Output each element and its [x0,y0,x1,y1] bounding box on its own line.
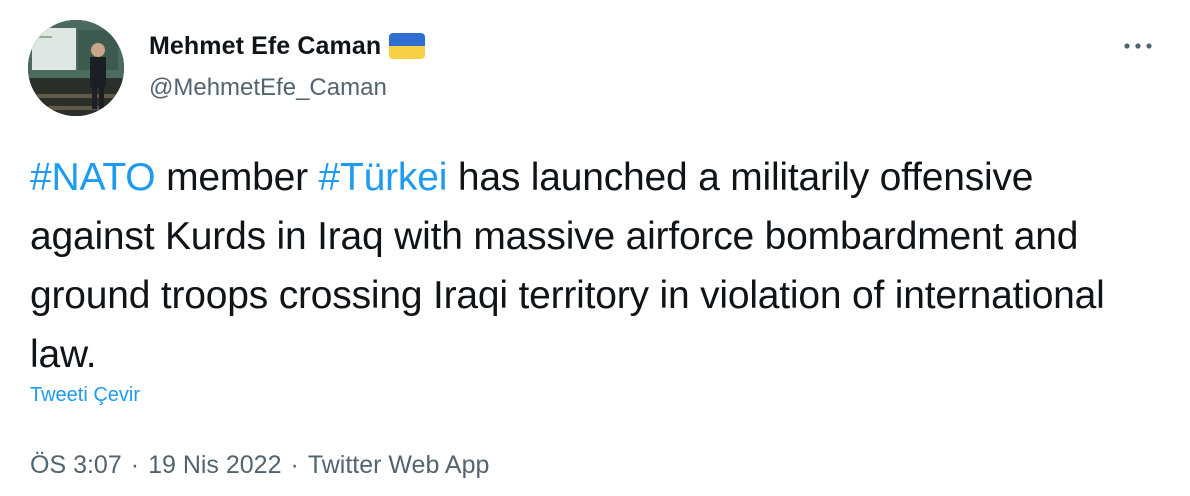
tweet-text: #NATO member #Türkei has launched a mili… [30,148,1140,384]
tweet-source: Twitter Web App [307,451,490,479]
translate-tweet-link[interactable]: Tweeti Çevir [30,384,140,407]
author-block: Mehmet Efe Caman @MehmetEfe_Caman [149,28,426,102]
more-dots-icon [1124,43,1152,49]
meta-separator: · [290,451,299,479]
tweet-text-segment: member [155,156,319,199]
avatar[interactable] [28,20,124,116]
meta-separator: · [130,451,140,479]
display-name-row: Mehmet Efe Caman [149,28,426,64]
more-options-button[interactable] [1118,32,1158,60]
hashtag-nato[interactable]: #NATO [30,156,156,199]
hashtag-turkei[interactable]: #Türkei [319,156,448,199]
tweet-metadata: ÖS 3:07 · 19 Nis 2022 · Twitter Web App [30,451,489,480]
ukraine-flag-icon [389,33,426,59]
avatar-photo [28,20,124,116]
user-handle[interactable]: @MehmetEfe_Caman [149,74,425,102]
tweet-card: Mehmet Efe Caman @MehmetEfe_Caman #NATO … [0,0,1190,496]
tweet-time[interactable]: ÖS 3:07 [30,451,122,480]
display-name[interactable]: Mehmet Efe Caman [149,32,381,61]
tweet-date[interactable]: 19 Nis 2022 [148,451,281,480]
